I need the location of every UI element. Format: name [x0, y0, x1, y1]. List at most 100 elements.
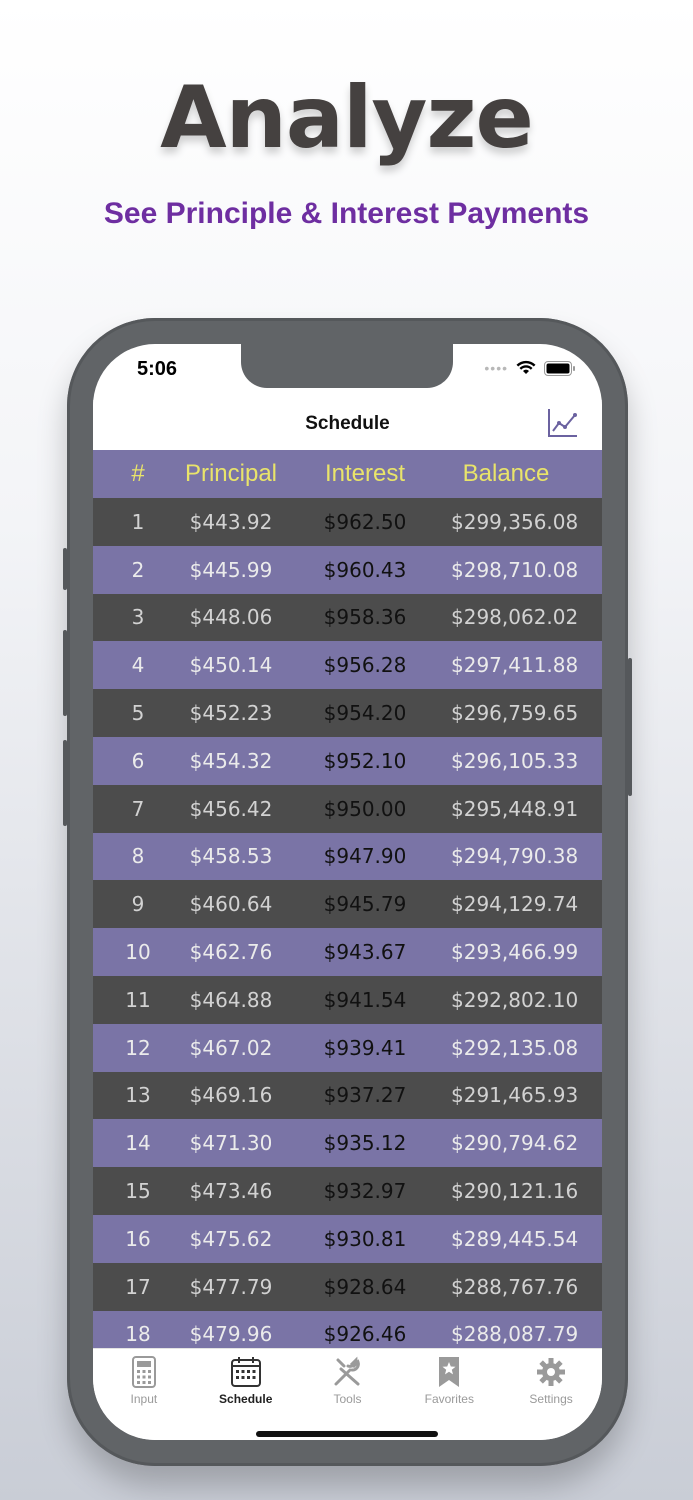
row-number: 13: [125, 1083, 151, 1108]
row-principal: $458.53: [189, 844, 273, 869]
power-button: [628, 658, 632, 796]
hero-title: Analyze: [160, 68, 534, 168]
row-principal: $460.64: [189, 892, 273, 917]
row-principal: $445.99: [189, 557, 273, 582]
row-principal: $450.14: [189, 653, 273, 678]
table-row: 15 $473.46 $932.97 $290,121.16: [93, 1167, 602, 1215]
mute-switch: [63, 548, 67, 590]
row-number: 17: [125, 1274, 151, 1299]
row-interest: $930.81: [323, 1226, 407, 1251]
table-row: 13 $469.16 $937.27 $291,465.93: [93, 1071, 602, 1120]
bookmark-icon: [439, 1357, 460, 1387]
home-indicator: [256, 1431, 438, 1437]
row-interest: $932.97: [323, 1179, 407, 1204]
row-interest: $935.12: [323, 1131, 407, 1156]
row-number: 10: [125, 940, 151, 965]
row-interest: $937.27: [323, 1083, 407, 1108]
tools-icon: [334, 1356, 361, 1386]
row-number: 15: [125, 1179, 151, 1204]
tab-bar: Input Schedule Tools Favorites Settings: [93, 1348, 602, 1440]
row-number: 8: [131, 844, 145, 869]
row-number: 16: [125, 1226, 151, 1251]
signal-icon: ••••: [484, 360, 508, 376]
row-interest: $962.50: [323, 509, 407, 534]
row-principal: $475.62: [189, 1226, 273, 1251]
table-row: 6 $454.32 $952.10 $296,105.33: [93, 736, 602, 785]
row-balance: $292,802.10: [451, 987, 579, 1012]
row-number: 12: [125, 1035, 151, 1060]
gear-icon: [537, 1358, 566, 1386]
row-balance: $291,465.93: [451, 1083, 579, 1108]
header-balance: Balance: [462, 460, 550, 487]
row-number: 4: [131, 653, 145, 678]
row-principal: $454.32: [189, 748, 273, 773]
table-row: 10 $462.76 $943.67 $293,466.99: [93, 928, 602, 976]
row-principal: $467.02: [189, 1035, 273, 1060]
hero-subtitle: See Principle & Interest Payments: [103, 197, 590, 230]
row-interest: $954.20: [323, 701, 407, 726]
table-row: 8 $458.53 $947.90 $294,790.38: [93, 832, 602, 881]
header-interest: Interest: [324, 460, 406, 487]
tab-settings[interactable]: Settings: [500, 1349, 602, 1440]
tab-input-label: Input: [130, 1392, 158, 1406]
row-number: 5: [131, 701, 145, 726]
tab-schedule[interactable]: Schedule: [195, 1349, 297, 1440]
volume-up-button: [63, 630, 67, 716]
row-balance: $293,466.99: [451, 940, 579, 965]
row-number: 14: [125, 1131, 151, 1156]
row-balance: $294,129.74: [451, 892, 579, 917]
row-number: 18: [125, 1322, 151, 1347]
tab-tools[interactable]: Tools: [297, 1349, 399, 1440]
chart-line-icon[interactable]: [546, 406, 580, 440]
tab-tools-label: Tools: [333, 1392, 362, 1406]
wifi-icon: [516, 360, 536, 374]
table-row: 16 $475.62 $930.81 $289,445.54: [93, 1214, 602, 1263]
row-balance: $298,710.08: [451, 557, 579, 582]
table-row: 4 $450.14 $956.28 $297,411.88: [93, 641, 602, 690]
battery-icon: [544, 360, 575, 376]
schedule-table[interactable]: 1 $443.92 $962.50 $299,356.08 2 $445.99 $960.4…: [93, 498, 602, 1359]
row-interest: $947.90: [323, 844, 407, 869]
header-principal: Principal: [184, 460, 278, 487]
table-row: 17 $477.79 $928.64 $288,767.76: [93, 1262, 602, 1311]
row-balance: $288,767.76: [451, 1274, 579, 1299]
table-row: 9 $460.64 $945.79 $294,129.74: [93, 880, 602, 929]
table-row: 14 $471.30 $935.12 $290,794.62: [93, 1119, 602, 1168]
row-balance: $294,790.38: [451, 844, 579, 869]
row-interest: $952.10: [323, 748, 407, 773]
row-interest: $956.28: [323, 653, 407, 678]
row-principal: $443.92: [189, 509, 273, 534]
row-interest: $941.54: [323, 987, 407, 1012]
row-number: 2: [131, 557, 145, 582]
row-principal: $479.96: [189, 1322, 273, 1347]
table-row: 2 $445.99 $960.43 $298,710.08: [93, 545, 602, 594]
row-interest: $943.67: [323, 940, 407, 965]
row-number: 6: [131, 748, 145, 773]
tab-schedule-label: Schedule: [219, 1392, 273, 1406]
row-principal: $469.16: [189, 1083, 273, 1108]
navigation-bar: Schedule: [93, 400, 602, 450]
table-row: 5 $452.23 $954.20 $296,759.65: [93, 689, 602, 737]
row-interest: $939.41: [323, 1035, 407, 1060]
table-row: 3 $448.06 $958.36 $298,062.02: [93, 593, 602, 642]
calendar-icon: [230, 1357, 261, 1387]
row-balance: $290,121.16: [451, 1179, 579, 1204]
tab-favorites[interactable]: Favorites: [398, 1349, 500, 1440]
table-header: # Principal Interest Balance: [93, 450, 602, 498]
row-balance: $298,062.02: [451, 605, 579, 630]
row-principal: $464.88: [189, 987, 273, 1012]
row-balance: $288,087.79: [451, 1322, 579, 1347]
volume-down-button: [63, 740, 67, 826]
status-icons: ••••: [484, 360, 576, 376]
row-principal: $452.23: [189, 701, 273, 726]
row-principal: $471.30: [189, 1131, 273, 1156]
status-time: 5:06: [137, 358, 178, 380]
tab-favorites-label: Favorites: [424, 1392, 474, 1406]
row-interest: $928.64: [323, 1274, 407, 1299]
row-number: 9: [131, 892, 145, 917]
row-number: 11: [125, 987, 151, 1012]
tab-input[interactable]: Input: [93, 1349, 195, 1440]
phone-screen: 5:06 •••• Schedule # Principal Interest …: [93, 344, 602, 1440]
row-principal: $473.46: [189, 1179, 273, 1204]
table-row: 7 $456.42 $950.00 $295,448.91: [93, 784, 602, 833]
